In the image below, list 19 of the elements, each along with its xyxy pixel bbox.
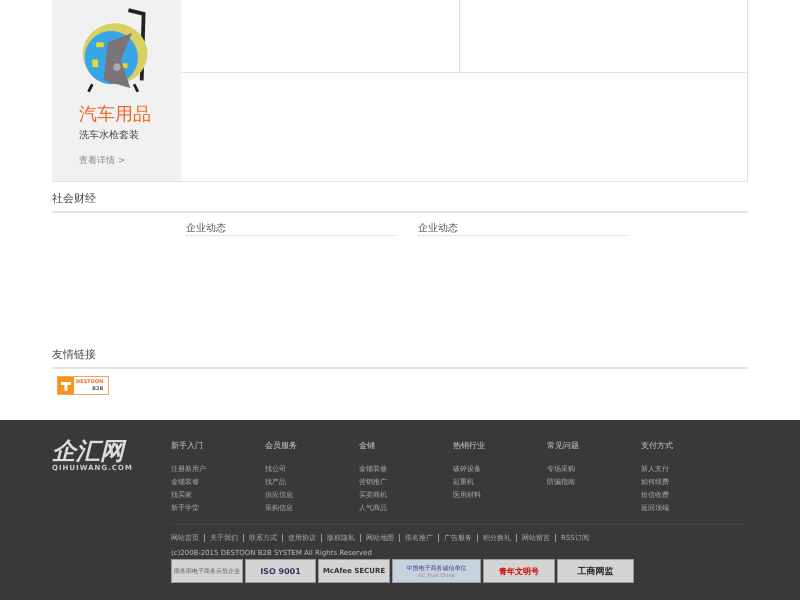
- certification-badge[interactable]: 工商网监: [557, 559, 634, 583]
- footer-column-title: 新手入门: [171, 440, 203, 451]
- certification-badge[interactable]: 青年文明号: [483, 559, 555, 583]
- footer-column-title: 金铺: [359, 440, 375, 451]
- footer-column-title: 会员服务: [265, 440, 297, 451]
- footer-column-title: 支付方式: [641, 440, 673, 451]
- section-title: 社会财经: [52, 182, 748, 213]
- certification-badge[interactable]: ISO 9001: [245, 559, 316, 583]
- product-name: 洗车水枪套装: [79, 128, 140, 142]
- site-logo[interactable]: 企汇网: [52, 438, 171, 464]
- news-column-title: 企业动态: [186, 221, 396, 236]
- footer-column-title: 热销行业: [453, 440, 485, 451]
- section-title: 友情链接: [52, 347, 748, 369]
- view-details-link[interactable]: 查看详情 >: [79, 154, 181, 167]
- product-card[interactable]: 汽车用品 洗车水枪套装 查看详情 >: [52, 0, 181, 181]
- t-logo-icon: [58, 377, 74, 394]
- footer-column-title: 常见问题: [547, 440, 579, 451]
- category-title: 汽车用品: [79, 104, 152, 126]
- news-column-title: 企业动态: [418, 221, 628, 236]
